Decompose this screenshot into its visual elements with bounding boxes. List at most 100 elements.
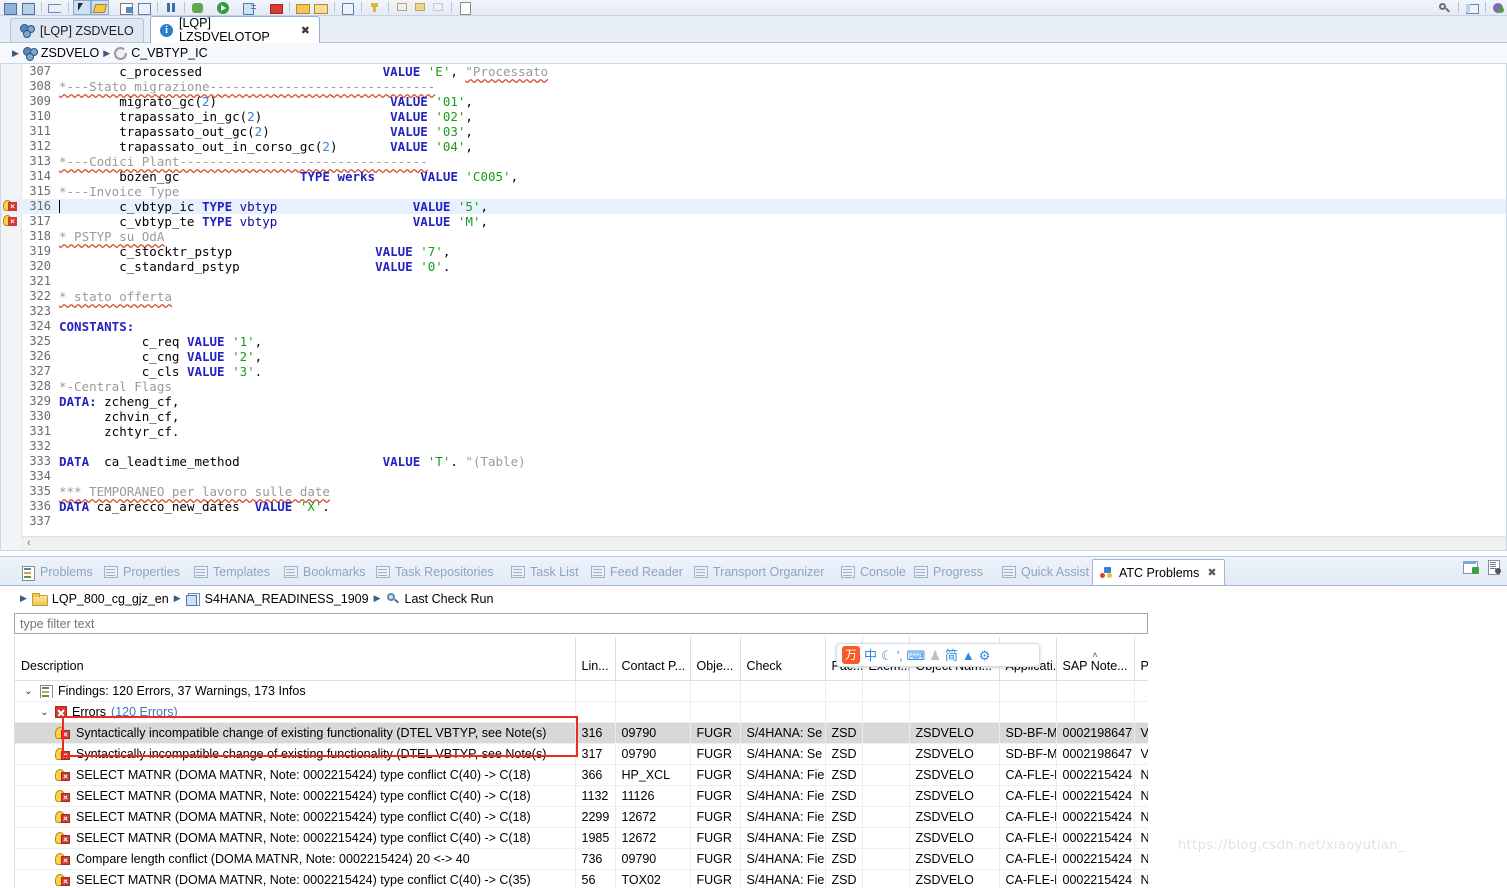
code-line[interactable]: 318* PSTYP su OdA bbox=[1, 229, 1506, 244]
tree-twisty[interactable]: ⌄ bbox=[39, 707, 50, 718]
view-tab-problems[interactable]: Problems bbox=[14, 560, 100, 584]
code-line[interactable]: 336DATA ca_arecco_new_dates VALUE 'X'. bbox=[1, 499, 1506, 514]
ime-settings-icon[interactable]: ⚙ bbox=[979, 649, 991, 662]
view-tab-atc-problems[interactable]: ATC Problems ✖ bbox=[1092, 559, 1225, 585]
open-type-icon[interactable] bbox=[118, 1, 134, 14]
ime-punctuation-icon[interactable]: ’‚ bbox=[897, 649, 903, 662]
atc-breadcrumb-variant[interactable]: S4HANA_READINESS_1909 bbox=[205, 592, 369, 606]
atc-breadcrumb-system[interactable]: LQP_800_cg_gjz_en bbox=[52, 592, 169, 606]
code-line[interactable]: 313*---Codici Plant---------------------… bbox=[1, 154, 1506, 169]
column-header-contact[interactable]: Contact P... bbox=[615, 637, 690, 681]
code-line[interactable]: 332 bbox=[1, 439, 1506, 454]
view-tab-console[interactable]: Console bbox=[834, 560, 913, 584]
code-line[interactable]: 322* stato offerta bbox=[1, 289, 1506, 304]
code-line[interactable]: 309 migrato_gc(2) VALUE '01', bbox=[1, 94, 1506, 109]
findings-table-wrapper[interactable]: DescriptionLin...Contact P...Obje...Chec… bbox=[14, 637, 1148, 888]
abap-perspective-icon[interactable] bbox=[1491, 1, 1507, 14]
editor-tab-zsdvelo[interactable]: [LQP] ZSDVELO bbox=[10, 18, 144, 42]
code-line[interactable]: 329DATA: zcheng_cf, bbox=[1, 394, 1506, 409]
column-header-description[interactable]: Description bbox=[15, 637, 575, 681]
atc-breadcrumb-run[interactable]: Last Check Run bbox=[405, 592, 494, 606]
scroll-left-icon[interactable]: ‹ bbox=[27, 537, 31, 550]
editor-tab-lzsdvelotop[interactable]: i [LQP] LZSDVELOTOP ✖ bbox=[150, 16, 320, 43]
save-all-icon[interactable] bbox=[20, 1, 36, 14]
code-line[interactable]: 315*---Invoice Type bbox=[1, 184, 1506, 199]
new-file-icon[interactable] bbox=[457, 1, 473, 14]
code-line[interactable]: 326 c_cng VALUE '2', bbox=[1, 349, 1506, 364]
code-line[interactable]: 327 c_cls VALUE '3'. bbox=[1, 364, 1506, 379]
bookmark-flag-icon[interactable] bbox=[394, 1, 410, 14]
close-icon[interactable]: ✖ bbox=[1207, 566, 1216, 579]
bookmark-flag-outline-icon[interactable] bbox=[430, 1, 446, 14]
code-line[interactable]: ×316 c_vbtyp_ic TYPE vbtyp VALUE '5', bbox=[1, 199, 1506, 214]
code-line[interactable]: 331 zchtyr_cf. bbox=[1, 424, 1506, 439]
code-line[interactable]: 337 bbox=[1, 514, 1506, 529]
undo-icon[interactable] bbox=[47, 1, 63, 14]
pause-icon[interactable] bbox=[163, 1, 179, 14]
bookmark-flag-filled-icon[interactable] bbox=[412, 1, 428, 14]
code-line[interactable]: ×317 c_vbtyp_te TYPE vbtyp VALUE 'M', bbox=[1, 214, 1506, 229]
view-menu-icon[interactable] bbox=[1487, 560, 1501, 574]
code-line[interactable]: 328*-Central Flags bbox=[1, 379, 1506, 394]
source-code[interactable]: 307 c_processed VALUE 'E', "Processato30… bbox=[1, 64, 1506, 550]
column-header-sapnote[interactable]: ˄SAP Note... bbox=[1056, 637, 1134, 681]
open-object-icon[interactable] bbox=[136, 1, 152, 14]
ime-keyboard-icon[interactable]: ⌨ bbox=[906, 649, 925, 662]
table-row[interactable]: SELECT MATNR (DOMA MATNR, Note: 00022154… bbox=[15, 870, 1148, 888]
code-line[interactable]: 333DATA ca_leadtime_method VALUE 'T'. "(… bbox=[1, 454, 1506, 469]
code-line[interactable]: 321 bbox=[1, 274, 1506, 289]
view-tab-bookmarks[interactable]: Bookmarks bbox=[277, 560, 373, 584]
table-row[interactable]: SELECT MATNR (DOMA MATNR, Note: 00022154… bbox=[15, 828, 1148, 849]
breadcrumb-item-zsdvelo[interactable]: ZSDVELO bbox=[23, 46, 99, 60]
code-line[interactable]: 323 bbox=[1, 304, 1506, 319]
code-line[interactable]: 325 c_req VALUE '1', bbox=[1, 334, 1506, 349]
close-icon[interactable]: ✖ bbox=[301, 24, 310, 37]
view-tab-progress[interactable]: Progress bbox=[907, 560, 990, 584]
tree-twisty[interactable]: ⌄ bbox=[23, 686, 34, 697]
view-tab-task-repositories[interactable]: Task Repositories bbox=[369, 560, 501, 584]
code-line[interactable]: 314 bozen_gc TYPE werks VALUE 'C005', bbox=[1, 169, 1506, 184]
code-line[interactable]: 310 trapassato_in_gc(2) VALUE '02', bbox=[1, 109, 1506, 124]
bulb-error-marker-icon[interactable]: × bbox=[3, 214, 19, 227]
code-editor[interactable]: 307 c_processed VALUE 'E', "Processato30… bbox=[0, 64, 1507, 551]
column-header-line[interactable]: Lin... bbox=[575, 637, 615, 681]
code-line[interactable]: 308*---Stato migrazione-----------------… bbox=[1, 79, 1506, 94]
ime-toolbar[interactable]: 万 中 ☾ ’‚ ⌨ ♟ 简 ▲ ⚙ bbox=[836, 643, 1040, 667]
search-icon[interactable] bbox=[1437, 1, 1453, 14]
selection-tool-icon[interactable] bbox=[74, 1, 90, 14]
table-row[interactable]: SELECT MATNR (DOMA MATNR, Note: 00022154… bbox=[15, 765, 1148, 786]
code-line[interactable]: 311 trapassato_out_gc(2) VALUE '03', bbox=[1, 124, 1506, 139]
table-row[interactable]: Compare length conflict (DOMA MATNR, Not… bbox=[15, 849, 1148, 870]
view-tab-transport-organizer[interactable]: Transport Organizer bbox=[687, 560, 831, 584]
column-header-objtype[interactable]: Obje... bbox=[690, 637, 740, 681]
ime-user-icon[interactable]: ♟ bbox=[929, 649, 941, 662]
table-row[interactable]: SELECT MATNR (DOMA MATNR, Note: 00022154… bbox=[15, 786, 1148, 807]
perspective-icon[interactable] bbox=[1464, 1, 1480, 14]
outline-icon[interactable] bbox=[340, 1, 356, 14]
run-icon[interactable] bbox=[216, 1, 232, 14]
editor-horizontal-scrollbar[interactable]: ‹ bbox=[21, 536, 1506, 550]
search-input[interactable] bbox=[15, 614, 1147, 633]
view-tab-feed-reader[interactable]: Feed Reader bbox=[584, 560, 690, 584]
code-line[interactable]: 307 c_processed VALUE 'E', "Processato bbox=[1, 64, 1506, 79]
code-line[interactable]: 330 zchvin_cf, bbox=[1, 409, 1506, 424]
view-tab-properties[interactable]: Properties bbox=[97, 560, 187, 584]
findings-group-row[interactable]: ⌄Errors (120 Errors) bbox=[15, 702, 1148, 723]
marker-tool-icon[interactable] bbox=[92, 1, 108, 14]
open-folder-icon[interactable] bbox=[295, 1, 311, 14]
column-header-extra[interactable]: P bbox=[1134, 637, 1148, 681]
ime-logo-icon[interactable]: 万 bbox=[842, 646, 860, 664]
code-line[interactable]: 334 bbox=[1, 469, 1506, 484]
code-line[interactable]: 335*** TEMPORANEO per lavoro sulle date bbox=[1, 484, 1506, 499]
code-line[interactable]: 320 c_standard_pstyp VALUE '0'. bbox=[1, 259, 1506, 274]
debug-icon[interactable] bbox=[190, 1, 206, 14]
code-line[interactable]: 324CONSTANTS: bbox=[1, 319, 1506, 334]
edit-folder-icon[interactable] bbox=[313, 1, 329, 14]
transport-icon[interactable] bbox=[268, 1, 284, 14]
view-tab-templates[interactable]: Templates bbox=[187, 560, 277, 584]
code-line[interactable]: 312 trapassato_out_in_corso_gc(2) VALUE … bbox=[1, 139, 1506, 154]
findings-root-row[interactable]: ⌄Findings: 120 Errors, 37 Warnings, 173 … bbox=[15, 681, 1148, 702]
table-row[interactable]: Syntactically incompatible change of exi… bbox=[15, 723, 1148, 744]
code-line[interactable]: 319 c_stocktr_pstyp VALUE '7', bbox=[1, 244, 1506, 259]
table-row[interactable]: Syntactically incompatible change of exi… bbox=[15, 744, 1148, 765]
